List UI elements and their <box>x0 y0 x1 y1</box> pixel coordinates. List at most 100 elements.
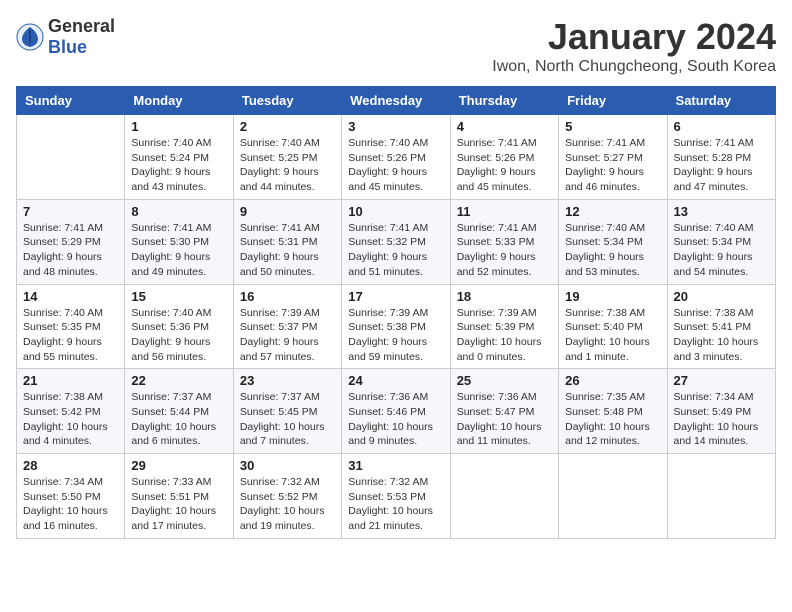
day-number: 2 <box>240 119 335 134</box>
day-info: Sunrise: 7:41 AM Sunset: 5:30 PM Dayligh… <box>131 221 226 280</box>
week-row-4: 21 Sunrise: 7:38 AM Sunset: 5:42 PM Dayli… <box>17 369 776 454</box>
weekday-header-monday: Monday <box>125 87 233 115</box>
day-number: 22 <box>131 373 226 388</box>
day-info: Sunrise: 7:32 AM Sunset: 5:52 PM Dayligh… <box>240 475 335 534</box>
day-info: Sunrise: 7:37 AM Sunset: 5:44 PM Dayligh… <box>131 390 226 449</box>
weekday-header-wednesday: Wednesday <box>342 87 450 115</box>
calendar-cell: 10Sunrise: 7:41 AM Sunset: 5:32 PM Dayli… <box>342 199 450 284</box>
day-info: Sunrise: 7:36 AM Sunset: 5:46 PM Dayligh… <box>348 390 443 449</box>
calendar-table: SundayMondayTuesdayWednesdayThursdayFrid… <box>16 86 776 539</box>
day-number: 21 <box>23 373 118 388</box>
day-number: 4 <box>457 119 552 134</box>
day-info: Sunrise: 7:32 AM Sunset: 5:53 PM Dayligh… <box>348 475 443 534</box>
day-number: 27 <box>674 373 769 388</box>
calendar-cell: 8 Sunrise: 7:41 AM Sunset: 5:30 PM Daylig… <box>125 199 233 284</box>
day-info: Sunrise: 7:40 AM Sunset: 5:34 PM Dayligh… <box>674 221 769 280</box>
logo: General Blue <box>16 16 115 58</box>
calendar-cell: 23 Sunrise: 7:37 AM Sunset: 5:45 PM Dayli… <box>233 369 341 454</box>
calendar-cell: 5 Sunrise: 7:41 AM Sunset: 5:27 PM Daylig… <box>559 115 667 200</box>
calendar-cell: 21 Sunrise: 7:38 AM Sunset: 5:42 PM Dayli… <box>17 369 125 454</box>
week-row-2: 7 Sunrise: 7:41 AM Sunset: 5:29 PM Daylig… <box>17 199 776 284</box>
calendar-cell: 6 Sunrise: 7:41 AM Sunset: 5:28 PM Daylig… <box>667 115 775 200</box>
calendar-cell: 31 Sunrise: 7:32 AM Sunset: 5:53 PM Dayli… <box>342 454 450 539</box>
calendar-cell: 9Sunrise: 7:41 AM Sunset: 5:31 PM Daylig… <box>233 199 341 284</box>
day-info: Sunrise: 7:39 AM Sunset: 5:37 PM Dayligh… <box>240 306 335 365</box>
calendar-cell: 20 Sunrise: 7:38 AM Sunset: 5:41 PM Dayli… <box>667 284 775 369</box>
day-number: 20 <box>674 289 769 304</box>
day-info: Sunrise: 7:34 AM Sunset: 5:50 PM Dayligh… <box>23 475 118 534</box>
day-number: 1 <box>131 119 226 134</box>
day-info: Sunrise: 7:39 AM Sunset: 5:39 PM Dayligh… <box>457 306 552 365</box>
weekday-header-row: SundayMondayTuesdayWednesdayThursdayFrid… <box>17 87 776 115</box>
day-number: 25 <box>457 373 552 388</box>
weekday-header-tuesday: Tuesday <box>233 87 341 115</box>
day-number: 19 <box>565 289 660 304</box>
week-row-1: 1 Sunrise: 7:40 AM Sunset: 5:24 PM Daylig… <box>17 115 776 200</box>
page-header: General Blue January 2024 Iwon, North Ch… <box>16 16 776 76</box>
day-number: 17 <box>348 289 443 304</box>
calendar-cell: 30 Sunrise: 7:32 AM Sunset: 5:52 PM Dayli… <box>233 454 341 539</box>
day-number: 6 <box>674 119 769 134</box>
calendar-cell: 1 Sunrise: 7:40 AM Sunset: 5:24 PM Daylig… <box>125 115 233 200</box>
day-info: Sunrise: 7:40 AM Sunset: 5:26 PM Dayligh… <box>348 136 443 195</box>
day-info: Sunrise: 7:40 AM Sunset: 5:36 PM Dayligh… <box>131 306 226 365</box>
day-info: Sunrise: 7:41 AM Sunset: 5:26 PM Dayligh… <box>457 136 552 195</box>
calendar-cell: 27 Sunrise: 7:34 AM Sunset: 5:49 PM Dayli… <box>667 369 775 454</box>
logo-text: General Blue <box>48 16 115 58</box>
day-info: Sunrise: 7:36 AM Sunset: 5:47 PM Dayligh… <box>457 390 552 449</box>
calendar-cell: 12 Sunrise: 7:40 AM Sunset: 5:34 PM Dayli… <box>559 199 667 284</box>
calendar-cell: 25 Sunrise: 7:36 AM Sunset: 5:47 PM Dayli… <box>450 369 558 454</box>
calendar-cell: 19Sunrise: 7:38 AM Sunset: 5:40 PM Dayli… <box>559 284 667 369</box>
day-number: 7 <box>23 204 118 219</box>
calendar-cell: 17 Sunrise: 7:39 AM Sunset: 5:38 PM Dayli… <box>342 284 450 369</box>
weekday-header-saturday: Saturday <box>667 87 775 115</box>
calendar-cell <box>450 454 558 539</box>
day-number: 11 <box>457 204 552 219</box>
day-info: Sunrise: 7:38 AM Sunset: 5:42 PM Dayligh… <box>23 390 118 449</box>
calendar-cell <box>17 115 125 200</box>
day-number: 15 <box>131 289 226 304</box>
day-number: 5 <box>565 119 660 134</box>
day-number: 3 <box>348 119 443 134</box>
calendar-cell: 2 Sunrise: 7:40 AM Sunset: 5:25 PM Daylig… <box>233 115 341 200</box>
day-info: Sunrise: 7:40 AM Sunset: 5:35 PM Dayligh… <box>23 306 118 365</box>
day-info: Sunrise: 7:41 AM Sunset: 5:27 PM Dayligh… <box>565 136 660 195</box>
calendar-cell: 26 Sunrise: 7:35 AM Sunset: 5:48 PM Dayli… <box>559 369 667 454</box>
week-row-5: 28 Sunrise: 7:34 AM Sunset: 5:50 PM Dayli… <box>17 454 776 539</box>
day-number: 28 <box>23 458 118 473</box>
day-number: 16 <box>240 289 335 304</box>
day-number: 31 <box>348 458 443 473</box>
day-number: 29 <box>131 458 226 473</box>
calendar-cell <box>559 454 667 539</box>
day-info: Sunrise: 7:41 AM Sunset: 5:32 PM Dayligh… <box>348 221 443 280</box>
day-number: 23 <box>240 373 335 388</box>
day-info: Sunrise: 7:41 AM Sunset: 5:29 PM Dayligh… <box>23 221 118 280</box>
day-number: 8 <box>131 204 226 219</box>
calendar-cell: 16 Sunrise: 7:39 AM Sunset: 5:37 PM Dayli… <box>233 284 341 369</box>
calendar-cell: 7 Sunrise: 7:41 AM Sunset: 5:29 PM Daylig… <box>17 199 125 284</box>
day-info: Sunrise: 7:40 AM Sunset: 5:34 PM Dayligh… <box>565 221 660 280</box>
calendar-cell <box>667 454 775 539</box>
day-number: 24 <box>348 373 443 388</box>
day-info: Sunrise: 7:39 AM Sunset: 5:38 PM Dayligh… <box>348 306 443 365</box>
calendar-cell: 3 Sunrise: 7:40 AM Sunset: 5:26 PM Daylig… <box>342 115 450 200</box>
day-info: Sunrise: 7:41 AM Sunset: 5:28 PM Dayligh… <box>674 136 769 195</box>
logo-blue: Blue <box>48 37 87 57</box>
day-number: 30 <box>240 458 335 473</box>
day-info: Sunrise: 7:40 AM Sunset: 5:24 PM Dayligh… <box>131 136 226 195</box>
day-info: Sunrise: 7:38 AM Sunset: 5:41 PM Dayligh… <box>674 306 769 365</box>
calendar-cell: 28 Sunrise: 7:34 AM Sunset: 5:50 PM Dayli… <box>17 454 125 539</box>
day-info: Sunrise: 7:34 AM Sunset: 5:49 PM Dayligh… <box>674 390 769 449</box>
day-info: Sunrise: 7:37 AM Sunset: 5:45 PM Dayligh… <box>240 390 335 449</box>
weekday-header-sunday: Sunday <box>17 87 125 115</box>
day-number: 26 <box>565 373 660 388</box>
day-number: 18 <box>457 289 552 304</box>
weekday-header-friday: Friday <box>559 87 667 115</box>
calendar-cell: 29Sunrise: 7:33 AM Sunset: 5:51 PM Dayli… <box>125 454 233 539</box>
title-area: January 2024 Iwon, North Chungcheong, So… <box>492 16 776 76</box>
day-number: 12 <box>565 204 660 219</box>
calendar-cell: 14Sunrise: 7:40 AM Sunset: 5:35 PM Dayli… <box>17 284 125 369</box>
day-info: Sunrise: 7:35 AM Sunset: 5:48 PM Dayligh… <box>565 390 660 449</box>
day-info: Sunrise: 7:40 AM Sunset: 5:25 PM Dayligh… <box>240 136 335 195</box>
weekday-header-thursday: Thursday <box>450 87 558 115</box>
